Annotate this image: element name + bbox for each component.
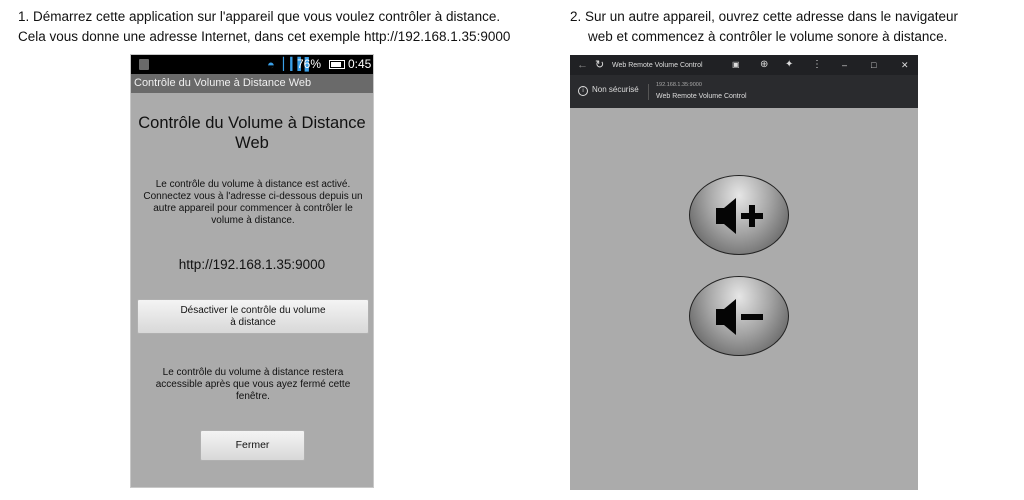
close-button[interactable]: Fermer [200,430,305,461]
address-bar[interactable]: i Non sécurisé 192.168.1.35:9000 Web Rem… [570,75,918,108]
browser-window: ← ↻ Web Remote Volume Control ▣ ⊕ ✦ ⋮ – … [570,55,918,490]
disable-button-line2: à distance [230,317,276,328]
battery-percent: 76% [297,57,322,71]
zoom-icon[interactable]: ⊕ [760,58,768,72]
close-icon[interactable]: ✕ [901,58,909,72]
extensions-icon[interactable]: ✦ [785,58,793,72]
app-heading: Contrôle du Volume à Distance Web [138,114,366,152]
status-time: 0:45 [348,57,372,71]
step1-caption-line2: Cela vous donne une adresse Internet, da… [18,29,511,44]
address-page-title: Web Remote Volume Control [656,93,747,100]
volume-up-icon [716,198,763,234]
step1-caption: 1. Démarrez cette application sur l'appa… [18,7,578,47]
address-url[interactable]: 192.168.1.35:9000 [656,82,702,88]
notification-icon [139,59,149,70]
info-icon[interactable]: i [578,86,588,96]
app-info-text: Le contrôle du volume à distance est act… [143,179,363,226]
browser-titlebar: ← ↻ Web Remote Volume Control ▣ ⊕ ✦ ⋮ – … [570,55,918,75]
volume-down-icon [716,299,763,335]
app-url: http://192.168.1.35:9000 [178,257,326,272]
minimize-icon[interactable]: – [842,58,847,72]
not-secure-label[interactable]: Non sécurisé [592,85,639,94]
volume-up-button[interactable] [689,175,789,255]
menu-icon[interactable]: ⋮ [812,58,822,72]
disable-button-line1: Désactiver le contrôle du volume [180,305,326,316]
browser-tab-title[interactable]: Web Remote Volume Control [612,59,703,73]
step1-caption-line1: 1. Démarrez cette application sur l'appa… [18,9,501,24]
step2-caption: 2. Sur un autre appareil, ouvrez cette a… [570,7,1010,47]
back-icon[interactable]: ← [577,58,588,72]
step2-caption-line2: web et commencez à contrôler le volume s… [588,29,948,44]
android-status-bar: ◓ ▏▎▍▌ 76% 0:45 [131,55,373,74]
battery-icon [329,60,345,69]
app-note-text: Le contrôle du volume à distance restera… [155,367,351,402]
translate-icon[interactable]: ▣ [732,58,740,72]
wifi-icon: ◓ [267,57,275,72]
address-separator [648,84,649,100]
maximize-icon[interactable]: □ [871,58,876,72]
volume-down-button[interactable] [689,276,789,356]
browser-content [570,108,918,490]
disable-remote-control-button[interactable]: Désactiver le contrôle du volume à dista… [137,299,369,334]
step2-caption-line1: 2. Sur un autre appareil, ouvrez cette a… [570,9,958,24]
phone-screen: ◓ ▏▎▍▌ 76% 0:45 Contrôle du Volume à Dis… [130,54,374,488]
refresh-icon[interactable]: ↻ [595,58,604,72]
app-title-bar: Contrôle du Volume à Distance Web [131,74,373,93]
